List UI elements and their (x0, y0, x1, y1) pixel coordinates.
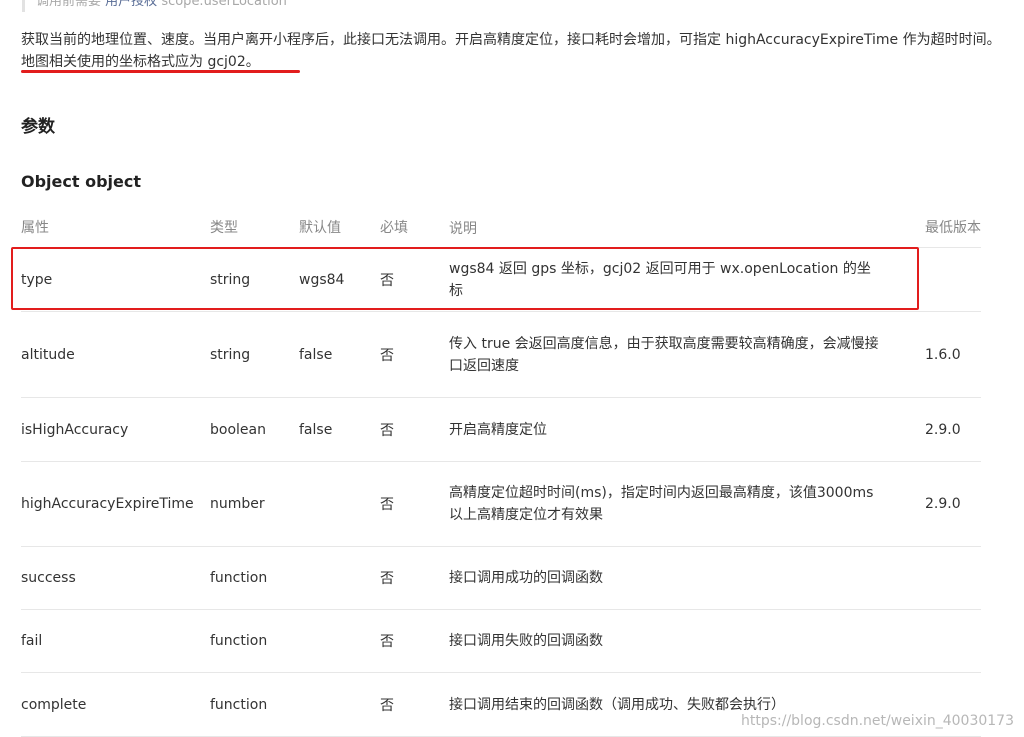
header-type: 类型 (210, 220, 238, 236)
description-line-2: 地图相关使用的坐标格式应为 gcj02。 (21, 54, 260, 70)
csdn-watermark: https://blog.csdn.net/weixin_40030173 (740, 713, 1014, 729)
param-desc: 接口调用成功的回调函数 (449, 570, 603, 586)
tip-prefix: 调用前需要 (36, 0, 102, 9)
param-name: highAccuracyExpireTime (21, 496, 194, 512)
param-version: 2.9.0 (925, 496, 961, 512)
param-required: 否 (380, 422, 394, 439)
param-desc: 传入 true 会返回高度信息，由于获取高度需要较高精确度，会减慢接口返回速度 (449, 335, 879, 374)
header-version: 最低版本 (925, 220, 981, 236)
red-underline-annotation (21, 70, 300, 73)
header-desc: 说明 (449, 220, 477, 237)
param-required: 否 (380, 634, 394, 650)
table-row: isHighAccuracy boolean false 否 开启高精度定位 2… (21, 398, 981, 462)
param-default: false (299, 421, 333, 438)
table-row: altitude string false 否 传入 true 会返回高度信息，… (21, 312, 981, 398)
param-type: function (210, 696, 268, 713)
table-row: fail function 否 接口调用失败的回调函数 (21, 610, 981, 673)
header-default: 默认值 (299, 220, 341, 236)
param-type: boolean (210, 421, 266, 438)
param-name: isHighAccuracy (21, 421, 129, 438)
table-row: highAccuracyExpireTime number 否 高精度定位超时时… (21, 462, 981, 547)
param-name: complete (21, 696, 87, 713)
param-name: fail (21, 633, 43, 649)
header-name: 属性 (21, 220, 49, 236)
param-required: 否 (380, 347, 394, 364)
tip-scope: scope.userLocation (161, 0, 287, 9)
param-required: 否 (380, 571, 394, 587)
section-title: 参数 (21, 117, 55, 137)
permission-tip: 调用前需要 用户授权 scope.userLocation (22, 0, 287, 12)
param-type: function (210, 570, 268, 586)
param-type: function (210, 633, 268, 649)
table-header: 属性 类型 默认值 必填 说明 最低版本 (21, 210, 981, 248)
param-type: string (210, 346, 251, 363)
table-row: success function 否 接口调用成功的回调函数 (21, 547, 981, 610)
param-name: altitude (21, 346, 75, 363)
user-auth-link[interactable]: 用户授权 (105, 0, 157, 9)
param-default: false (299, 346, 333, 363)
param-desc: 高精度定位超时时间(ms)，指定时间内返回最高精度，该值3000ms以上高精度定… (449, 485, 874, 523)
param-desc: 接口调用失败的回调函数 (449, 633, 603, 649)
api-description: 获取当前的地理位置、速度。当用户离开小程序后，此接口无法调用。开启高精度定位，接… (21, 30, 1011, 72)
param-name: success (21, 570, 76, 586)
object-title: Object object (21, 172, 142, 191)
red-box-annotation (11, 247, 919, 310)
param-required: 否 (380, 497, 394, 513)
param-desc: 开启高精度定位 (449, 421, 547, 438)
param-version: 1.6.0 (925, 346, 961, 363)
description-line-1: 获取当前的地理位置、速度。当用户离开小程序后，此接口无法调用。开启高精度定位，接… (21, 32, 1001, 48)
header-required: 必填 (380, 220, 408, 236)
param-version: 2.9.0 (925, 421, 961, 438)
param-type: number (210, 496, 265, 512)
param-required: 否 (380, 697, 394, 714)
